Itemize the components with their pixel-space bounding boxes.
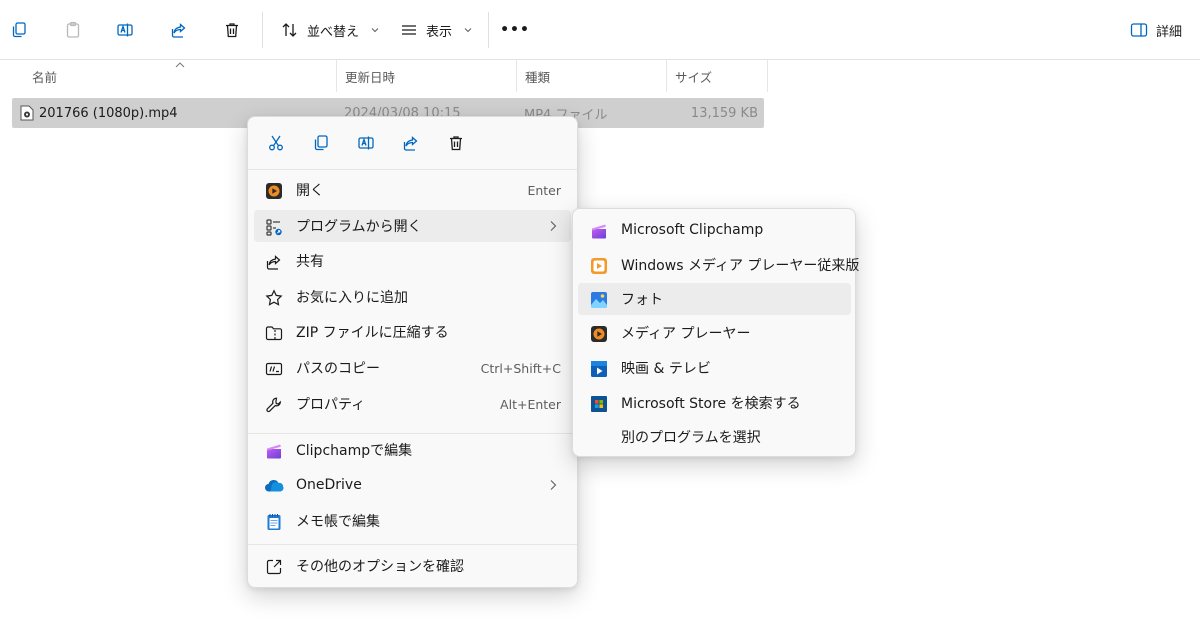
menu-item-properties[interactable]: プロパティ Alt+Enter <box>254 388 571 420</box>
submenu-item-windows-media-player-legacy[interactable]: Windows メディア プレーヤー従来版 <box>578 249 859 281</box>
trash-icon <box>226 23 238 38</box>
copy-icon <box>12 22 26 38</box>
notepad-icon <box>264 512 284 532</box>
menu-divider <box>248 544 577 545</box>
details-pane-icon <box>1130 23 1148 37</box>
toolbar-divider <box>488 12 489 48</box>
sort-button[interactable]: 並べ替え <box>281 14 379 46</box>
copy-path-icon <box>264 359 284 379</box>
menu-divider <box>248 169 577 170</box>
copy-button[interactable] <box>305 127 337 159</box>
expand-icon <box>264 557 284 577</box>
file-icon-cell <box>20 98 34 128</box>
chevron-down-icon <box>371 28 379 33</box>
more-icon: ••• <box>500 22 530 38</box>
file-name: 201766 (1080p).mp4 <box>39 105 178 121</box>
column-size[interactable]: サイズ <box>667 60 768 92</box>
menu-item-add-to-favorites[interactable]: お気に入りに追加 <box>254 281 571 313</box>
share-icon <box>403 136 418 151</box>
column-header: 名前 更新日時 種類 サイズ <box>0 60 768 92</box>
rename-icon <box>117 23 133 37</box>
details-pane-button[interactable]: 詳細 <box>1130 14 1182 46</box>
microsoft-store-icon <box>589 394 609 414</box>
share-icon <box>171 23 186 38</box>
menu-item-onedrive[interactable]: OneDrive <box>254 469 571 501</box>
submenu-item-media-player[interactable]: メディア プレーヤー <box>578 317 851 349</box>
photos-icon <box>589 290 609 310</box>
sort-icon <box>282 23 297 37</box>
submenu-item-choose-another-app[interactable]: 別のプログラムを選択 <box>578 421 851 453</box>
menu-item-share[interactable]: 共有 <box>254 245 571 277</box>
trash-icon <box>450 136 462 151</box>
menu-item-edit-clipchamp[interactable]: Clipchampで編集 <box>254 434 571 466</box>
chevron-right-icon <box>550 480 557 490</box>
media-player-icon <box>264 181 284 201</box>
zip-folder-icon <box>264 323 284 343</box>
open-with-icon <box>264 217 284 237</box>
video-file-icon <box>20 105 34 121</box>
file-size: 13,159 KB <box>690 105 758 121</box>
submenu-item-photos[interactable]: フォト <box>578 283 851 315</box>
menu-item-show-more-options[interactable]: その他のオプションを確認 <box>254 550 571 582</box>
windows-media-player-icon <box>589 256 609 276</box>
submenu-item-microsoft-store[interactable]: Microsoft Store を検索する <box>578 387 851 419</box>
list-view-icon <box>402 25 416 35</box>
copy-button[interactable] <box>3 14 35 46</box>
sort-label: 並べ替え <box>307 24 360 40</box>
star-icon <box>264 288 284 308</box>
scissors-icon <box>269 135 283 151</box>
movies-tv-icon <box>589 359 609 379</box>
column-type[interactable]: 種類 <box>517 60 667 92</box>
view-button[interactable]: 表示 <box>400 14 472 46</box>
chevron-down-icon <box>464 28 472 33</box>
delete-button[interactable] <box>216 14 248 46</box>
menu-item-open[interactable]: 開く Enter <box>254 174 571 206</box>
details-label: 詳細 <box>1155 24 1182 40</box>
column-modified[interactable]: 更新日時 <box>337 60 517 92</box>
share-icon <box>264 252 284 272</box>
clipboard-icon <box>66 21 80 38</box>
more-options-button[interactable]: ••• <box>499 14 531 46</box>
rename-button[interactable] <box>109 14 141 46</box>
chevron-right-icon <box>550 221 557 231</box>
context-menu: 開く Enter プログラムから開く 共有 お気に入りに追加 ZIP ファイルに… <box>247 116 578 588</box>
menu-item-edit-notepad[interactable]: メモ帳で編集 <box>254 505 571 537</box>
share-button[interactable] <box>395 127 427 159</box>
submenu-item-clipchamp[interactable]: Microsoft Clipchamp <box>578 214 851 246</box>
menu-item-copy-path[interactable]: パスのコピー Ctrl+Shift+C <box>254 352 571 384</box>
wrench-icon <box>264 395 284 415</box>
share-button[interactable] <box>163 14 195 46</box>
open-with-submenu: Microsoft Clipchamp Windows メディア プレーヤー従来… <box>572 208 859 457</box>
copy-icon <box>314 135 328 151</box>
delete-button[interactable] <box>440 127 472 159</box>
rename-icon <box>358 136 374 150</box>
submenu-item-movies-tv[interactable]: 映画 & テレビ <box>578 352 851 384</box>
menu-item-open-with[interactable]: プログラムから開く <box>254 210 571 242</box>
column-name[interactable]: 名前 <box>24 60 337 92</box>
clipchamp-icon <box>589 221 609 241</box>
view-label: 表示 <box>426 24 453 40</box>
paste-button[interactable] <box>57 14 89 46</box>
toolbar-divider <box>262 12 263 48</box>
onedrive-icon <box>264 476 284 496</box>
clipchamp-icon <box>264 441 284 461</box>
media-player-icon <box>589 324 609 344</box>
cut-button[interactable] <box>260 127 292 159</box>
menu-item-compress-zip[interactable]: ZIP ファイルに圧縮する <box>254 316 571 348</box>
rename-button[interactable] <box>350 127 382 159</box>
command-bar: 並べ替え 表示 ••• 詳細 <box>0 0 1200 60</box>
